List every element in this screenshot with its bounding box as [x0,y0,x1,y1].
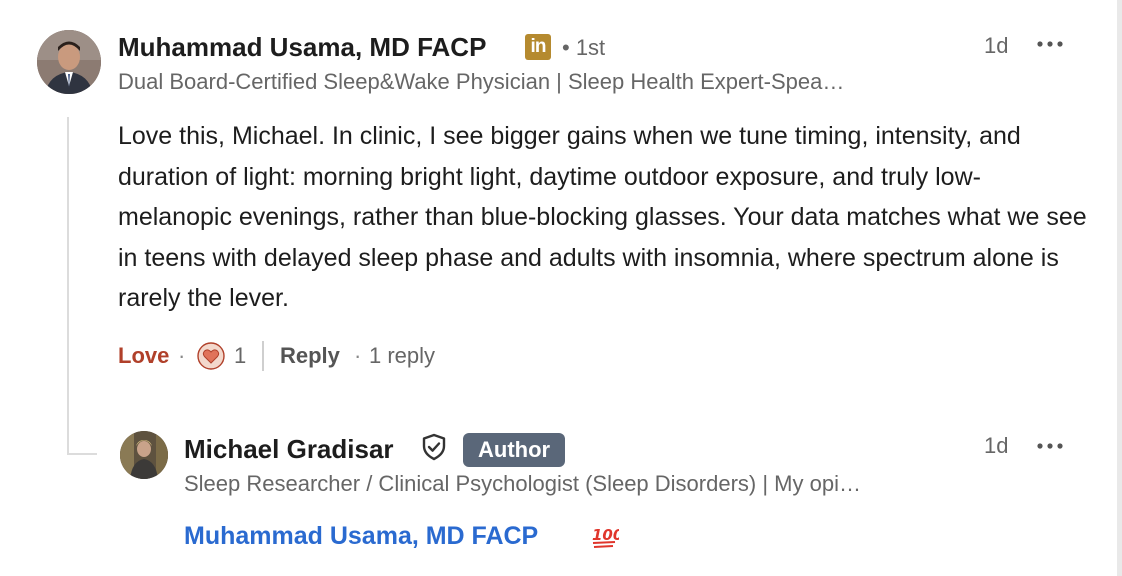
comment-time: 1d [984,33,1009,58]
hundred-points-emoji-icon: 100 [591,522,623,550]
love-reaction-icon[interactable] [197,342,225,370]
more-options-icon[interactable] [1033,34,1069,54]
action-divider [262,341,264,371]
thread-line [67,117,69,455]
separator-dot: · [178,343,186,368]
love-button[interactable]: Love [118,341,169,371]
avatar[interactable] [37,30,101,94]
verified-shield-icon [419,432,449,462]
reply-author-name[interactable]: Michael Gradisar [184,434,394,465]
mention-link[interactable]: Muhammad Usama, MD FACP [184,522,538,551]
reply-avatar-image [120,431,168,479]
reply-button[interactable]: Reply [280,341,340,371]
comment-body: Love this, Michael. In clinic, I see big… [118,122,1087,312]
more-options-icon[interactable] [1033,436,1069,456]
linkedin-icon: in [525,34,551,60]
reply-time: 1d [984,433,1009,458]
thread-line-branch [67,453,97,455]
separator-dot: · [354,343,362,368]
avatar-image [37,30,101,94]
connection-degree: • 1st [562,35,606,60]
comment-author-headline: Dual Board-Certified Sleep&Wake Physicia… [118,69,845,94]
panel-right-border [1117,0,1122,576]
replies-count-link[interactable]: 1 reply [369,341,435,371]
reply-author-headline: Sleep Researcher / Clinical Psychologist… [184,471,861,496]
author-badge: Author [463,433,566,467]
reaction-count[interactable]: 1 [234,341,246,371]
reply-avatar[interactable] [120,431,168,479]
comment-author-name[interactable]: Muhammad Usama, MD FACP [118,32,486,63]
